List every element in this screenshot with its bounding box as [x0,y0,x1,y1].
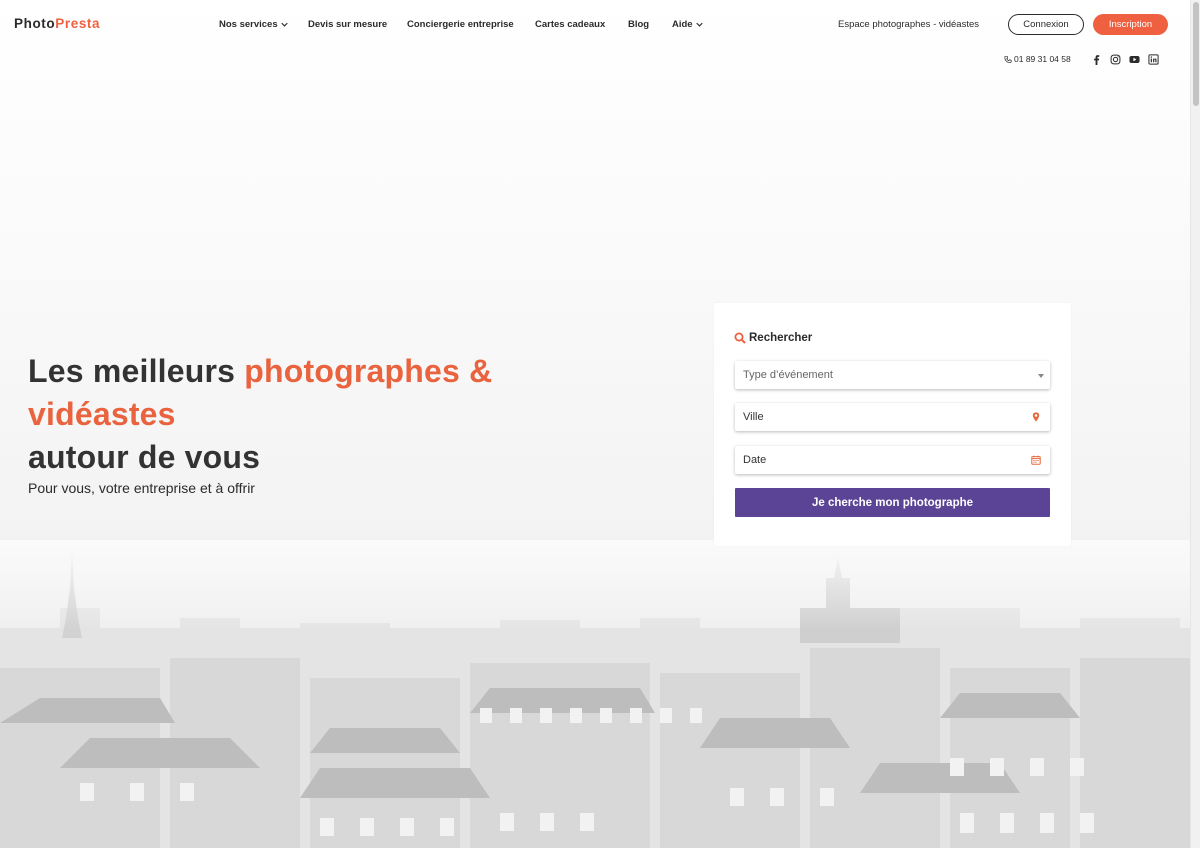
phone-number: 01 89 31 04 58 [1014,54,1071,64]
nav-item-cartes-cadeaux[interactable]: Cartes cadeaux [535,19,605,30]
date-placeholder: Date [743,454,767,466]
phone-icon [1004,55,1012,63]
location-pin-icon [1032,412,1040,422]
hero-subtitle: Pour vous, votre entreprise et à offrir [28,480,255,496]
hero-section: Les meilleurs photographes & vidéastes a… [28,350,668,496]
nav-item-label: Conciergerie entreprise [407,19,514,30]
hero-title-line-2: vidéastes [28,396,176,432]
nav-item-aide[interactable]: Aide [672,19,703,30]
brand-logo[interactable]: PhotoPresta [14,16,100,31]
nav-item-nos-services[interactable]: Nos services [219,19,288,30]
chevron-down-icon [695,22,703,27]
page-scrollbar[interactable] [1190,0,1200,848]
social-links [1091,54,1159,65]
event-type-select[interactable]: Type d’événement [735,361,1050,389]
site-header: PhotoPresta Nos services Devis sur mesur… [0,0,1190,65]
calendar-icon [1031,455,1041,465]
hero-title-accent: photographes & [244,353,493,389]
city-placeholder: Ville [743,411,764,423]
hero-title-line-1: Les meilleurs photographes & [28,350,668,393]
nav-item-devis-sur-mesure[interactable]: Devis sur mesure [308,19,387,30]
nav-item-label: Cartes cadeaux [535,19,606,30]
background-fade [0,540,1200,630]
scrollbar-thumb[interactable] [1193,2,1199,106]
photographer-space-link[interactable]: Espace photographes - vidéastes [838,19,979,30]
search-icon [734,332,746,344]
phone-contact[interactable]: 01 89 31 04 58 [1004,54,1071,64]
nav-item-label: Blog [628,19,650,30]
hero-title-plain: Les meilleurs [28,353,245,389]
search-submit-button[interactable]: Je cherche mon photographe [735,488,1050,517]
brand-logo-part2: Presta [55,16,101,31]
nav-item-label: Nos services [219,19,278,30]
facebook-icon[interactable] [1091,54,1102,65]
login-button[interactable]: Connexion [1008,14,1084,35]
signup-button[interactable]: Inscription [1093,14,1168,35]
instagram-icon[interactable] [1110,54,1121,65]
nav-item-label: Aide [672,19,693,30]
youtube-icon[interactable] [1129,54,1140,65]
search-title-text: Rechercher [749,332,813,344]
linkedin-icon[interactable] [1148,54,1159,65]
caret-down-icon [1038,374,1044,378]
nav-item-conciergerie-entreprise[interactable]: Conciergerie entreprise [407,19,514,30]
event-type-placeholder: Type d’événement [743,369,833,381]
search-card: Rechercher Type d’événement Ville Date J… [714,303,1071,546]
nav-item-blog[interactable]: Blog [628,19,649,30]
hero-title-line-3: autour de vous [28,439,261,475]
date-input[interactable]: Date [735,446,1050,474]
city-input[interactable]: Ville [735,403,1050,431]
chevron-down-icon [280,22,288,27]
nav-item-label: Devis sur mesure [308,19,388,30]
brand-logo-part1: Photo [14,16,56,31]
search-card-title: Rechercher [734,332,812,344]
